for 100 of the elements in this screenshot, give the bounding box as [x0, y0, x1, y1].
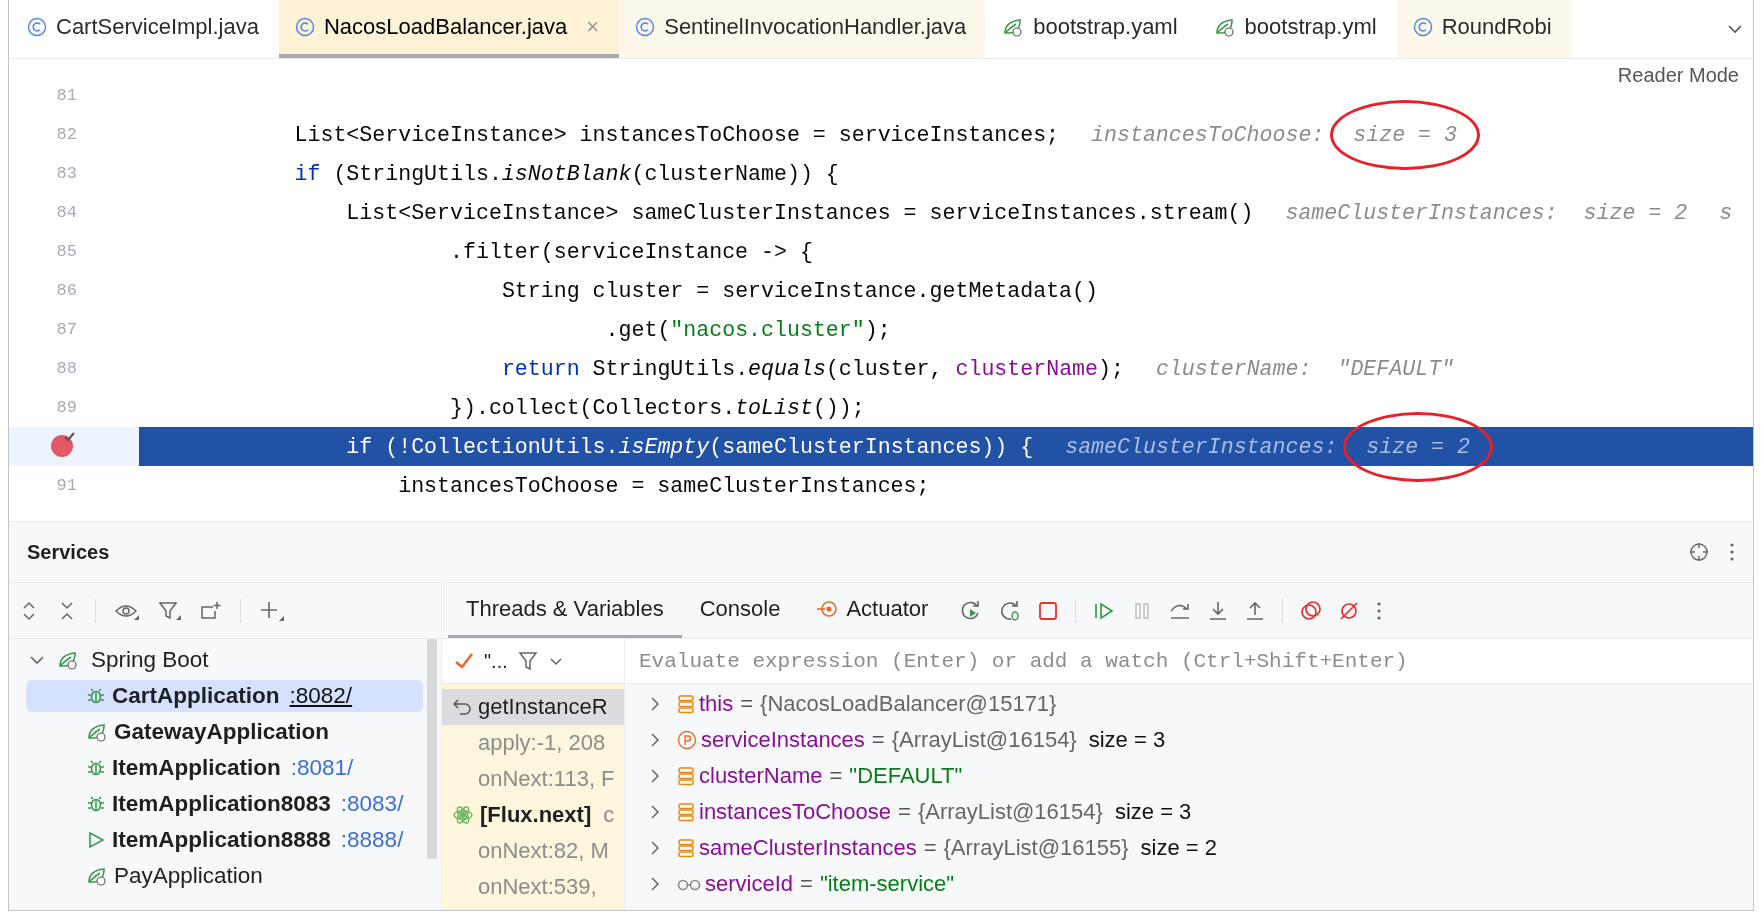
code-token: "nacos.cluster" [670, 317, 865, 342]
inline-hint: clusterName: [1155, 356, 1312, 381]
line-number: 89 [55, 398, 77, 417]
size-label: size = 3 [1114, 799, 1192, 825]
class-icon [1412, 17, 1433, 37]
equals-sign: = [923, 835, 937, 861]
stack-icon [677, 802, 695, 822]
code-token: ()); [812, 395, 865, 420]
editor-tab[interactable]: bootstrap.yaml [986, 0, 1198, 58]
code-token: ); [1098, 356, 1124, 381]
play-icon [86, 830, 106, 850]
parameter-icon [677, 730, 697, 750]
leaf-icon [1002, 17, 1025, 37]
add-icon[interactable] [259, 599, 285, 622]
glasses-icon [677, 877, 701, 891]
filter-icon[interactable] [158, 600, 182, 621]
actuator-icon [816, 599, 839, 619]
atom-icon [452, 804, 474, 826]
more-icon[interactable] [1729, 542, 1735, 562]
service-item[interactable]: ItemApplication8888 :8888/ [26, 824, 423, 856]
editor-tab[interactable]: NacosLoadBalancer.java × [278, 0, 620, 58]
leaf-icon [1213, 17, 1236, 37]
line-number: 86 [55, 281, 77, 300]
code-token: StringUtils. [591, 356, 749, 381]
code-token: (cluster, [825, 356, 944, 381]
mute-breakpoints-icon[interactable] [1339, 600, 1360, 621]
variable-name: this [699, 691, 734, 717]
variable-value: {NacosLoadBalancer@15171} [760, 691, 1057, 717]
step-out-icon[interactable] [1245, 600, 1266, 621]
code-token: instancesToChoose = sameClusterInstances; [398, 473, 930, 498]
code-token: if [294, 161, 321, 186]
step-into-icon[interactable] [1208, 600, 1229, 621]
code-token: List<ServiceInstance> sameClusterInstances = serviceInstances.stream() [346, 200, 1254, 225]
service-item[interactable]: CartApplication :8082/ [26, 680, 423, 712]
return-arrow-icon [452, 697, 472, 717]
filter-icon[interactable] [517, 651, 538, 671]
service-item[interactable]: ItemApplication :8081/ [26, 752, 423, 784]
variable-name: serviceInstances [701, 727, 865, 753]
scrollbar[interactable] [427, 639, 437, 859]
line-number: 87 [55, 320, 77, 339]
variable-value: "DEFAULT" [849, 763, 963, 789]
equals-sign: = [898, 799, 911, 825]
circled-hint-value: size = 2 [1343, 411, 1493, 482]
editor-tab[interactable]: bootstrap.yml [1197, 0, 1397, 58]
code-token: if [346, 434, 373, 459]
stack-icon [677, 694, 695, 714]
leaf-icon [86, 722, 108, 742]
bug-icon [86, 686, 106, 706]
stack-frame[interactable]: [Flux.next] c [442, 797, 624, 833]
new-tab-icon[interactable] [200, 600, 222, 621]
breakpoint-icon[interactable] [49, 431, 77, 459]
bug-icon [86, 758, 106, 778]
thread-selector[interactable]: "... [484, 649, 508, 673]
check-icon[interactable] [454, 651, 474, 671]
equals-sign: = [871, 727, 885, 753]
line-number: 83 [55, 164, 77, 183]
service-item[interactable]: GatewayApplication [26, 716, 423, 748]
code-token: (StringUtils. [332, 161, 502, 186]
evaluate-input[interactable]: Evaluate expression (Enter) or add a watch (Ctrl+Shift+Enter) [639, 649, 1753, 673]
code-token: isNotBlank [501, 161, 632, 186]
size-label: size = 3 [1088, 727, 1166, 753]
breakpoints-icon[interactable] [1300, 599, 1323, 622]
tree-group-label: Spring Boot [91, 647, 209, 673]
resume-icon[interactable] [1093, 600, 1116, 621]
code-token: String cluster = serviceInstance.getMetadata() [501, 278, 1098, 303]
editor-tab[interactable]: SentinelInvocationHandler.java [619, 0, 987, 58]
debugger-tab[interactable]: Console [681, 583, 799, 638]
code-token: ); [864, 317, 891, 342]
code-token: .get( [605, 317, 671, 342]
stack-icon [677, 838, 695, 858]
stack-frame[interactable]: getInstanceR [442, 689, 624, 725]
more-icon[interactable] [1376, 600, 1383, 621]
crosshair-icon[interactable] [1689, 542, 1709, 562]
inline-hint: s [1719, 200, 1733, 225]
code-token: (clusterName)) { [631, 161, 839, 186]
line-number: 91 [55, 476, 77, 495]
code-token: List<ServiceInstance> instancesToChoose = serviceInstances; [294, 122, 1060, 147]
service-item[interactable]: PayApplication [26, 860, 423, 892]
code-token: toList [735, 395, 813, 420]
size-label: size = 2 [1140, 835, 1217, 861]
evaluate-field[interactable]: Evaluate expression (Enter) or add a watch (Ctrl+Shift+Enter) [625, 639, 1753, 684]
service-item[interactable]: ItemApplication8083 :8083/ [26, 788, 423, 820]
editor-tab[interactable]: CartServiceImpl.java [11, 0, 279, 58]
code-token: clusterName [955, 356, 1098, 381]
stop-icon[interactable] [1038, 600, 1059, 621]
code-token: }).collect(Collectors. [450, 395, 736, 420]
editor-tab[interactable]: RoundRobi [1396, 0, 1572, 58]
line-number: 88 [55, 359, 77, 378]
equals-sign: = [829, 763, 843, 789]
equals-sign: = [740, 691, 754, 717]
debugger-tab[interactable]: Actuator [798, 583, 947, 638]
variable-value: {ArrayList@16155} [943, 835, 1129, 861]
equals-sign: = [800, 871, 813, 897]
leaf-icon [57, 650, 79, 670]
reader-mode-link[interactable]: Reader Mode [1617, 64, 1739, 87]
variable-name: sameClusterInstances [699, 835, 917, 861]
code-token: (sameClusterInstances)) { [709, 434, 1034, 459]
line-number: 84 [55, 203, 77, 222]
rerun-debug-icon[interactable] [999, 599, 1022, 622]
code-token: isEmpty [618, 434, 710, 459]
